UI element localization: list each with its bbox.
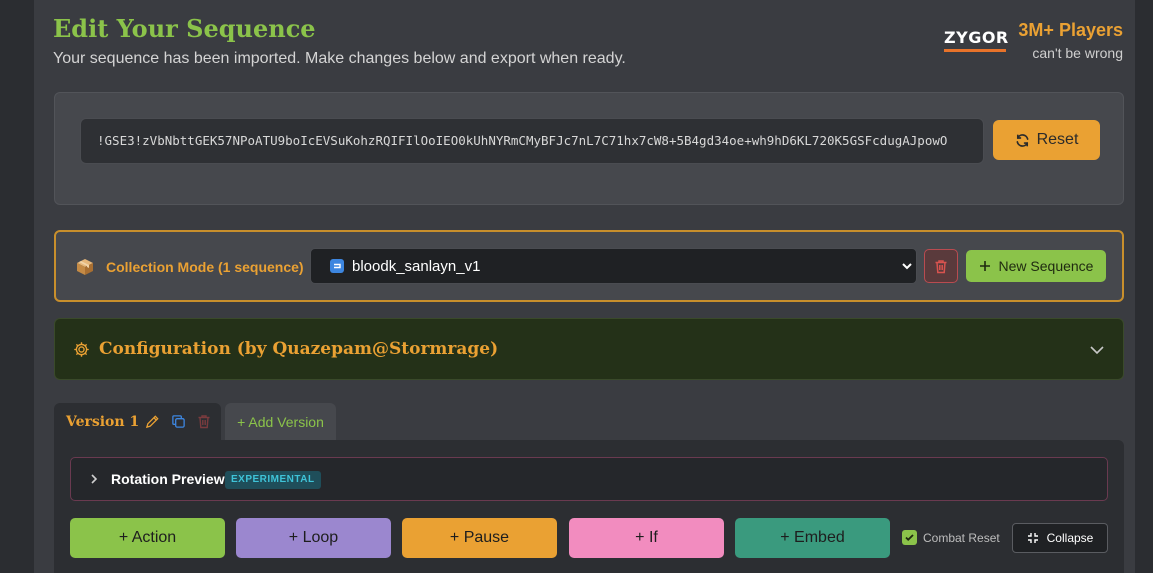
trash-icon xyxy=(935,259,947,273)
new-sequence-button[interactable]: New Sequence xyxy=(966,250,1106,282)
collapse-button[interactable]: Collapse xyxy=(1012,523,1108,553)
logo-text: ZYGOR xyxy=(944,28,1009,47)
combat-reset-label: Combat Reset xyxy=(923,530,1000,545)
gear-icon xyxy=(74,342,89,357)
configuration-title: Configuration (by Quazepam@Stormrage) xyxy=(99,339,499,359)
reset-label: Reset xyxy=(1036,131,1079,148)
delete-sequence-button[interactable] xyxy=(924,249,958,283)
plus-icon xyxy=(979,261,990,271)
checkbox-checked-icon[interactable] xyxy=(902,530,917,545)
left-rail xyxy=(0,0,34,573)
chevron-right-icon xyxy=(91,474,98,484)
new-sequence-label: New Sequence xyxy=(998,258,1094,274)
players-count: 3M+ Players xyxy=(1018,20,1123,40)
logo-underline xyxy=(944,49,1006,52)
package-icon xyxy=(77,259,93,275)
add-action-button[interactable]: + Action xyxy=(70,518,225,558)
pencil-icon[interactable] xyxy=(145,414,160,429)
sequence-select[interactable]: bloodk_sanlayn_v1 xyxy=(310,248,917,284)
players-tagline: can't be wrong xyxy=(1032,45,1123,61)
page-title: Edit Your Sequence xyxy=(53,14,316,43)
import-panel: !GSE3!zVbNbttGEK57NPoATU9boIcEVSuKohzRQI… xyxy=(54,92,1124,205)
collection-mode-label: Collection Mode (1 sequence) xyxy=(106,259,304,275)
sequence-type-icon xyxy=(330,259,344,273)
experimental-badge: EXPERIMENTAL xyxy=(225,471,321,489)
add-loop-button[interactable]: + Loop xyxy=(236,518,391,558)
add-if-button[interactable]: + If xyxy=(569,518,724,558)
chevron-down-icon[interactable] xyxy=(1089,343,1105,357)
chevron-down-icon xyxy=(902,263,912,270)
rotation-preview-label: Rotation Preview xyxy=(111,471,225,487)
add-version-tab[interactable]: + Add Version xyxy=(225,403,336,441)
collection-panel: Collection Mode (1 sequence) bloodk_sanl… xyxy=(54,230,1124,302)
zygor-logo: ZYGOR xyxy=(944,30,1008,52)
version-label: Version 1 xyxy=(66,414,140,430)
copy-icon[interactable] xyxy=(171,414,186,429)
version-editor-panel: Rotation Preview EXPERIMENTAL + Action +… xyxy=(54,440,1124,573)
collapse-icon xyxy=(1027,533,1038,543)
collapse-label: Collapse xyxy=(1046,531,1094,545)
sequence-string-input[interactable]: !GSE3!zVbNbttGEK57NPoATU9boIcEVSuKohzRQI… xyxy=(80,118,984,164)
selected-sequence: bloodk_sanlayn_v1 xyxy=(352,257,481,275)
add-pause-button[interactable]: + Pause xyxy=(402,518,557,558)
rotation-preview[interactable]: Rotation Preview EXPERIMENTAL xyxy=(70,457,1108,501)
right-rail xyxy=(1135,0,1153,573)
tab-version-1[interactable]: Version 1 xyxy=(54,403,221,441)
refresh-icon xyxy=(1016,133,1029,147)
reset-button[interactable]: Reset xyxy=(993,120,1100,160)
trash-icon[interactable] xyxy=(197,414,211,429)
configuration-panel[interactable]: Configuration (by Quazepam@Stormrage) xyxy=(54,318,1124,380)
page-subtitle: Your sequence has been imported. Make ch… xyxy=(53,50,626,67)
players-badge: 3M+ Players can't be wrong xyxy=(1018,20,1123,61)
add-embed-button[interactable]: + Embed xyxy=(735,518,890,558)
combat-reset-toggle[interactable]: Combat Reset xyxy=(902,530,1000,545)
